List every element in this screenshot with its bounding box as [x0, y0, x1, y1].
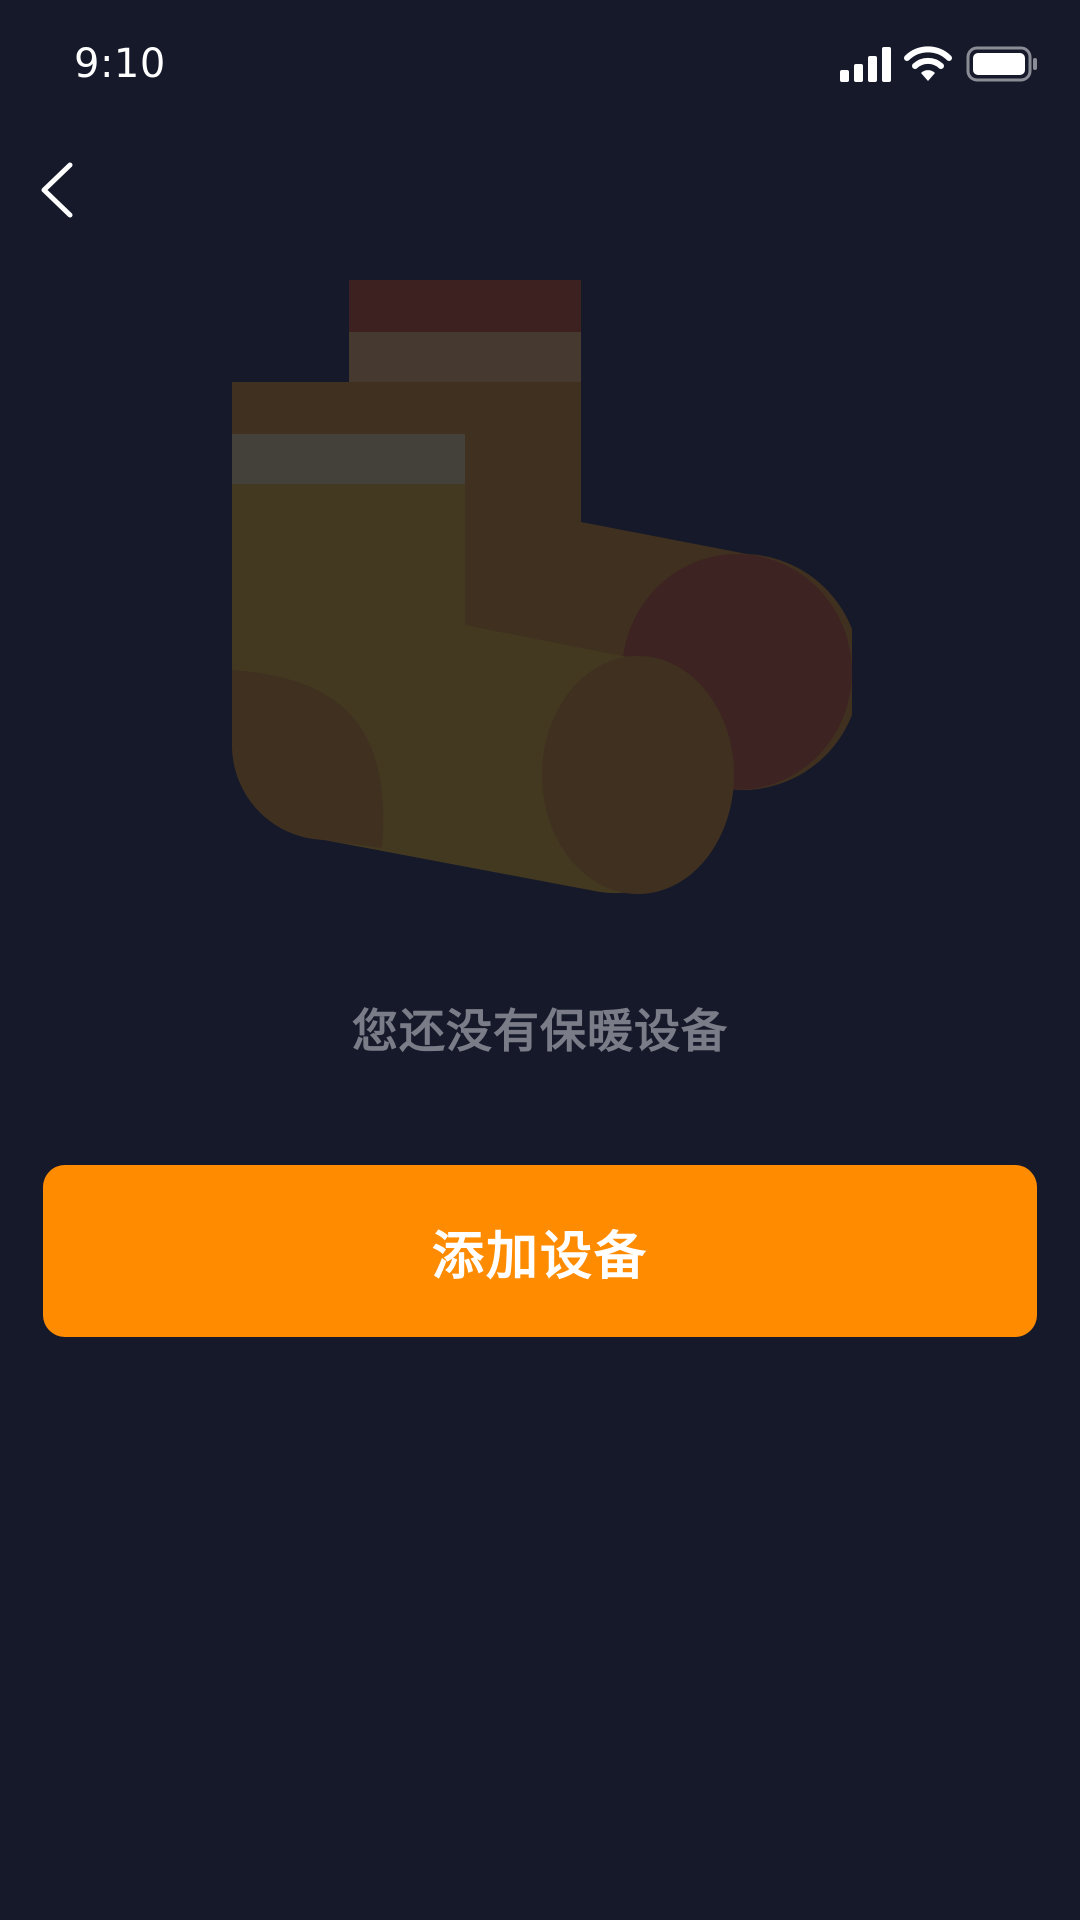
add-device-button[interactable]: 添加设备	[43, 1165, 1037, 1337]
add-device-label: 添加设备	[431, 1226, 648, 1287]
back-button[interactable]	[28, 150, 88, 230]
socks-icon	[232, 280, 852, 894]
status-icons	[840, 44, 1040, 84]
chevron-left-icon	[41, 162, 73, 218]
socks-illustration	[232, 280, 852, 900]
cellular-signal-icon	[840, 44, 894, 84]
status-bar: 9:10	[0, 0, 1080, 130]
empty-state-message: 您还没有保暖设备	[352, 1004, 728, 1058]
status-time: 9:10	[74, 41, 166, 87]
battery-icon	[966, 44, 1040, 84]
wifi-icon	[904, 44, 952, 84]
